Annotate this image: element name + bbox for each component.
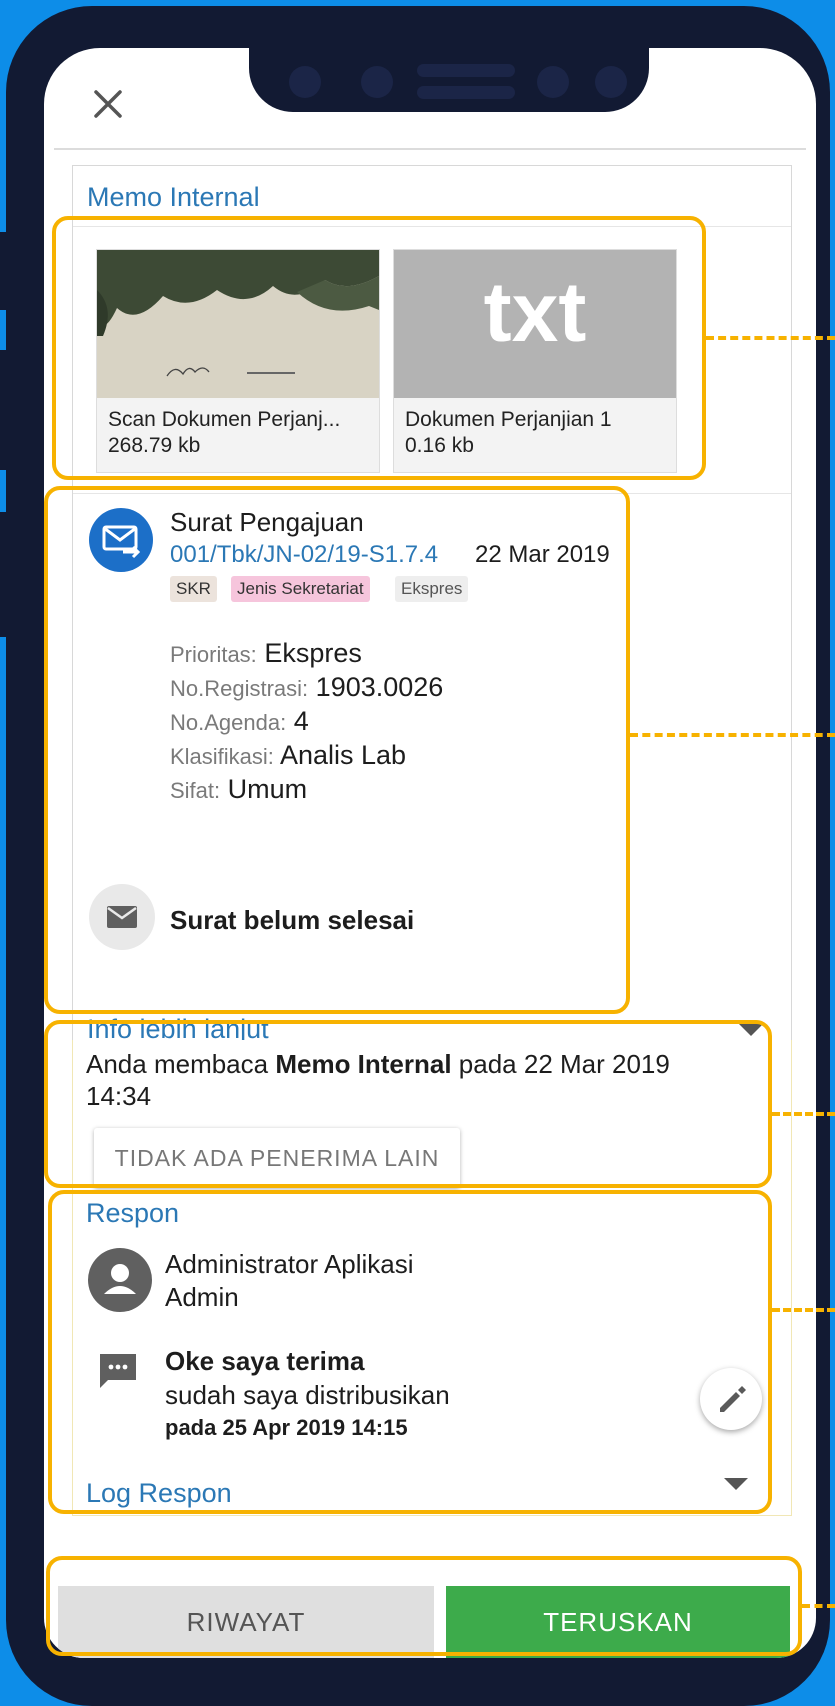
card-title: Memo Internal [87, 182, 260, 212]
phone-notch [249, 48, 649, 112]
highlight-response [48, 1190, 772, 1514]
callout-line [706, 336, 835, 340]
callout-line [772, 1308, 835, 1312]
callout-line [802, 1604, 835, 1608]
sensor-dot [289, 66, 321, 98]
speaker-grille [417, 64, 515, 77]
highlight-read-status [44, 1020, 772, 1188]
callout-line [630, 733, 835, 737]
sensor-dot [537, 66, 569, 98]
camera-dot [361, 66, 393, 98]
highlight-attachments [52, 216, 706, 480]
header-divider [54, 148, 806, 150]
highlight-letter-details [44, 486, 630, 1014]
speaker-grille [417, 86, 515, 99]
highlight-actions [46, 1556, 802, 1656]
callout-line [772, 1112, 835, 1116]
close-icon[interactable] [86, 82, 130, 126]
sensor-dot [595, 66, 627, 98]
